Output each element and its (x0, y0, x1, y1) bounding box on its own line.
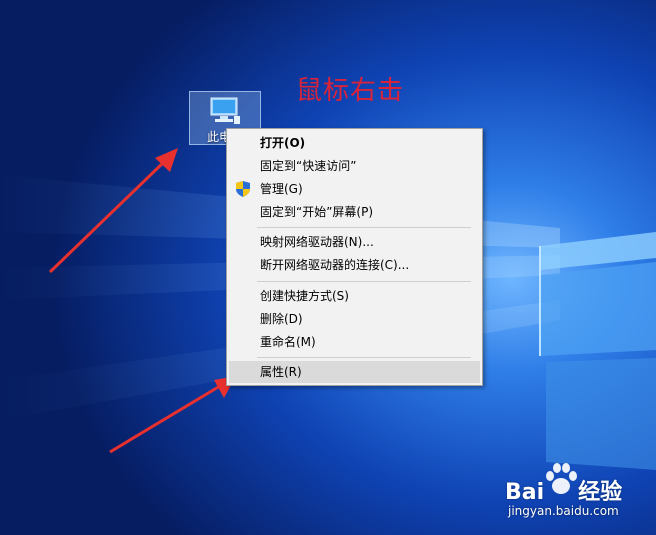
menu-item-label: 固定到“开始”屏幕(P) (260, 205, 374, 219)
menu-item-label: 管理(G) (260, 182, 303, 196)
watermark-brand-suffix: 经验 (578, 480, 623, 505)
menu-item-label: 映射网络驱动器(N)... (260, 235, 374, 249)
menu-item-create-shortcut[interactable]: 创建快捷方式(S) (229, 285, 480, 307)
menu-item-label: 删除(D) (260, 312, 303, 326)
menu-item-label: 断开网络驱动器的连接(C)... (260, 258, 410, 272)
annotation-text: 鼠标右击 (296, 76, 405, 106)
menu-item-label: 属性(R) (260, 365, 302, 379)
computer-icon (210, 97, 240, 124)
menu-item-pin-start[interactable]: 固定到“开始”屏幕(P) (229, 201, 480, 223)
menu-item-delete[interactable]: 删除(D) (229, 308, 480, 330)
menu-item-pin-quick-access[interactable]: 固定到“快速访问” (229, 155, 480, 177)
menu-separator (257, 357, 471, 358)
watermark-url: jingyan.baidu.com (508, 504, 619, 518)
menu-separator (257, 227, 471, 228)
context-menu: 打开(O) 固定到“快速访问” 管理(G) 固定到“开始”屏幕(P) 映射网络驱… (226, 128, 483, 386)
watermark-brand: Bai 经验 (505, 474, 622, 506)
baidu-jingyan-watermark: Bai 经验 jingyan.baidu.com (500, 462, 650, 522)
watermark-brand-prefix: Bai (505, 480, 545, 505)
menu-item-map-network-drive[interactable]: 映射网络驱动器(N)... (229, 231, 480, 253)
menu-item-label: 打开(O) (260, 136, 306, 150)
menu-item-manage[interactable]: 管理(G) (229, 178, 480, 200)
menu-separator (257, 281, 471, 282)
menu-item-rename[interactable]: 重命名(M) (229, 331, 480, 353)
menu-item-label: 创建快捷方式(S) (260, 289, 349, 303)
menu-item-properties[interactable]: 属性(R) (229, 361, 480, 383)
menu-item-open[interactable]: 打开(O) (229, 132, 480, 154)
menu-item-disconnect-network-drive[interactable]: 断开网络驱动器的连接(C)... (229, 254, 480, 276)
uac-shield-icon (236, 181, 250, 197)
menu-item-label: 重命名(M) (260, 335, 316, 349)
menu-item-label: 固定到“快速访问” (260, 159, 357, 173)
